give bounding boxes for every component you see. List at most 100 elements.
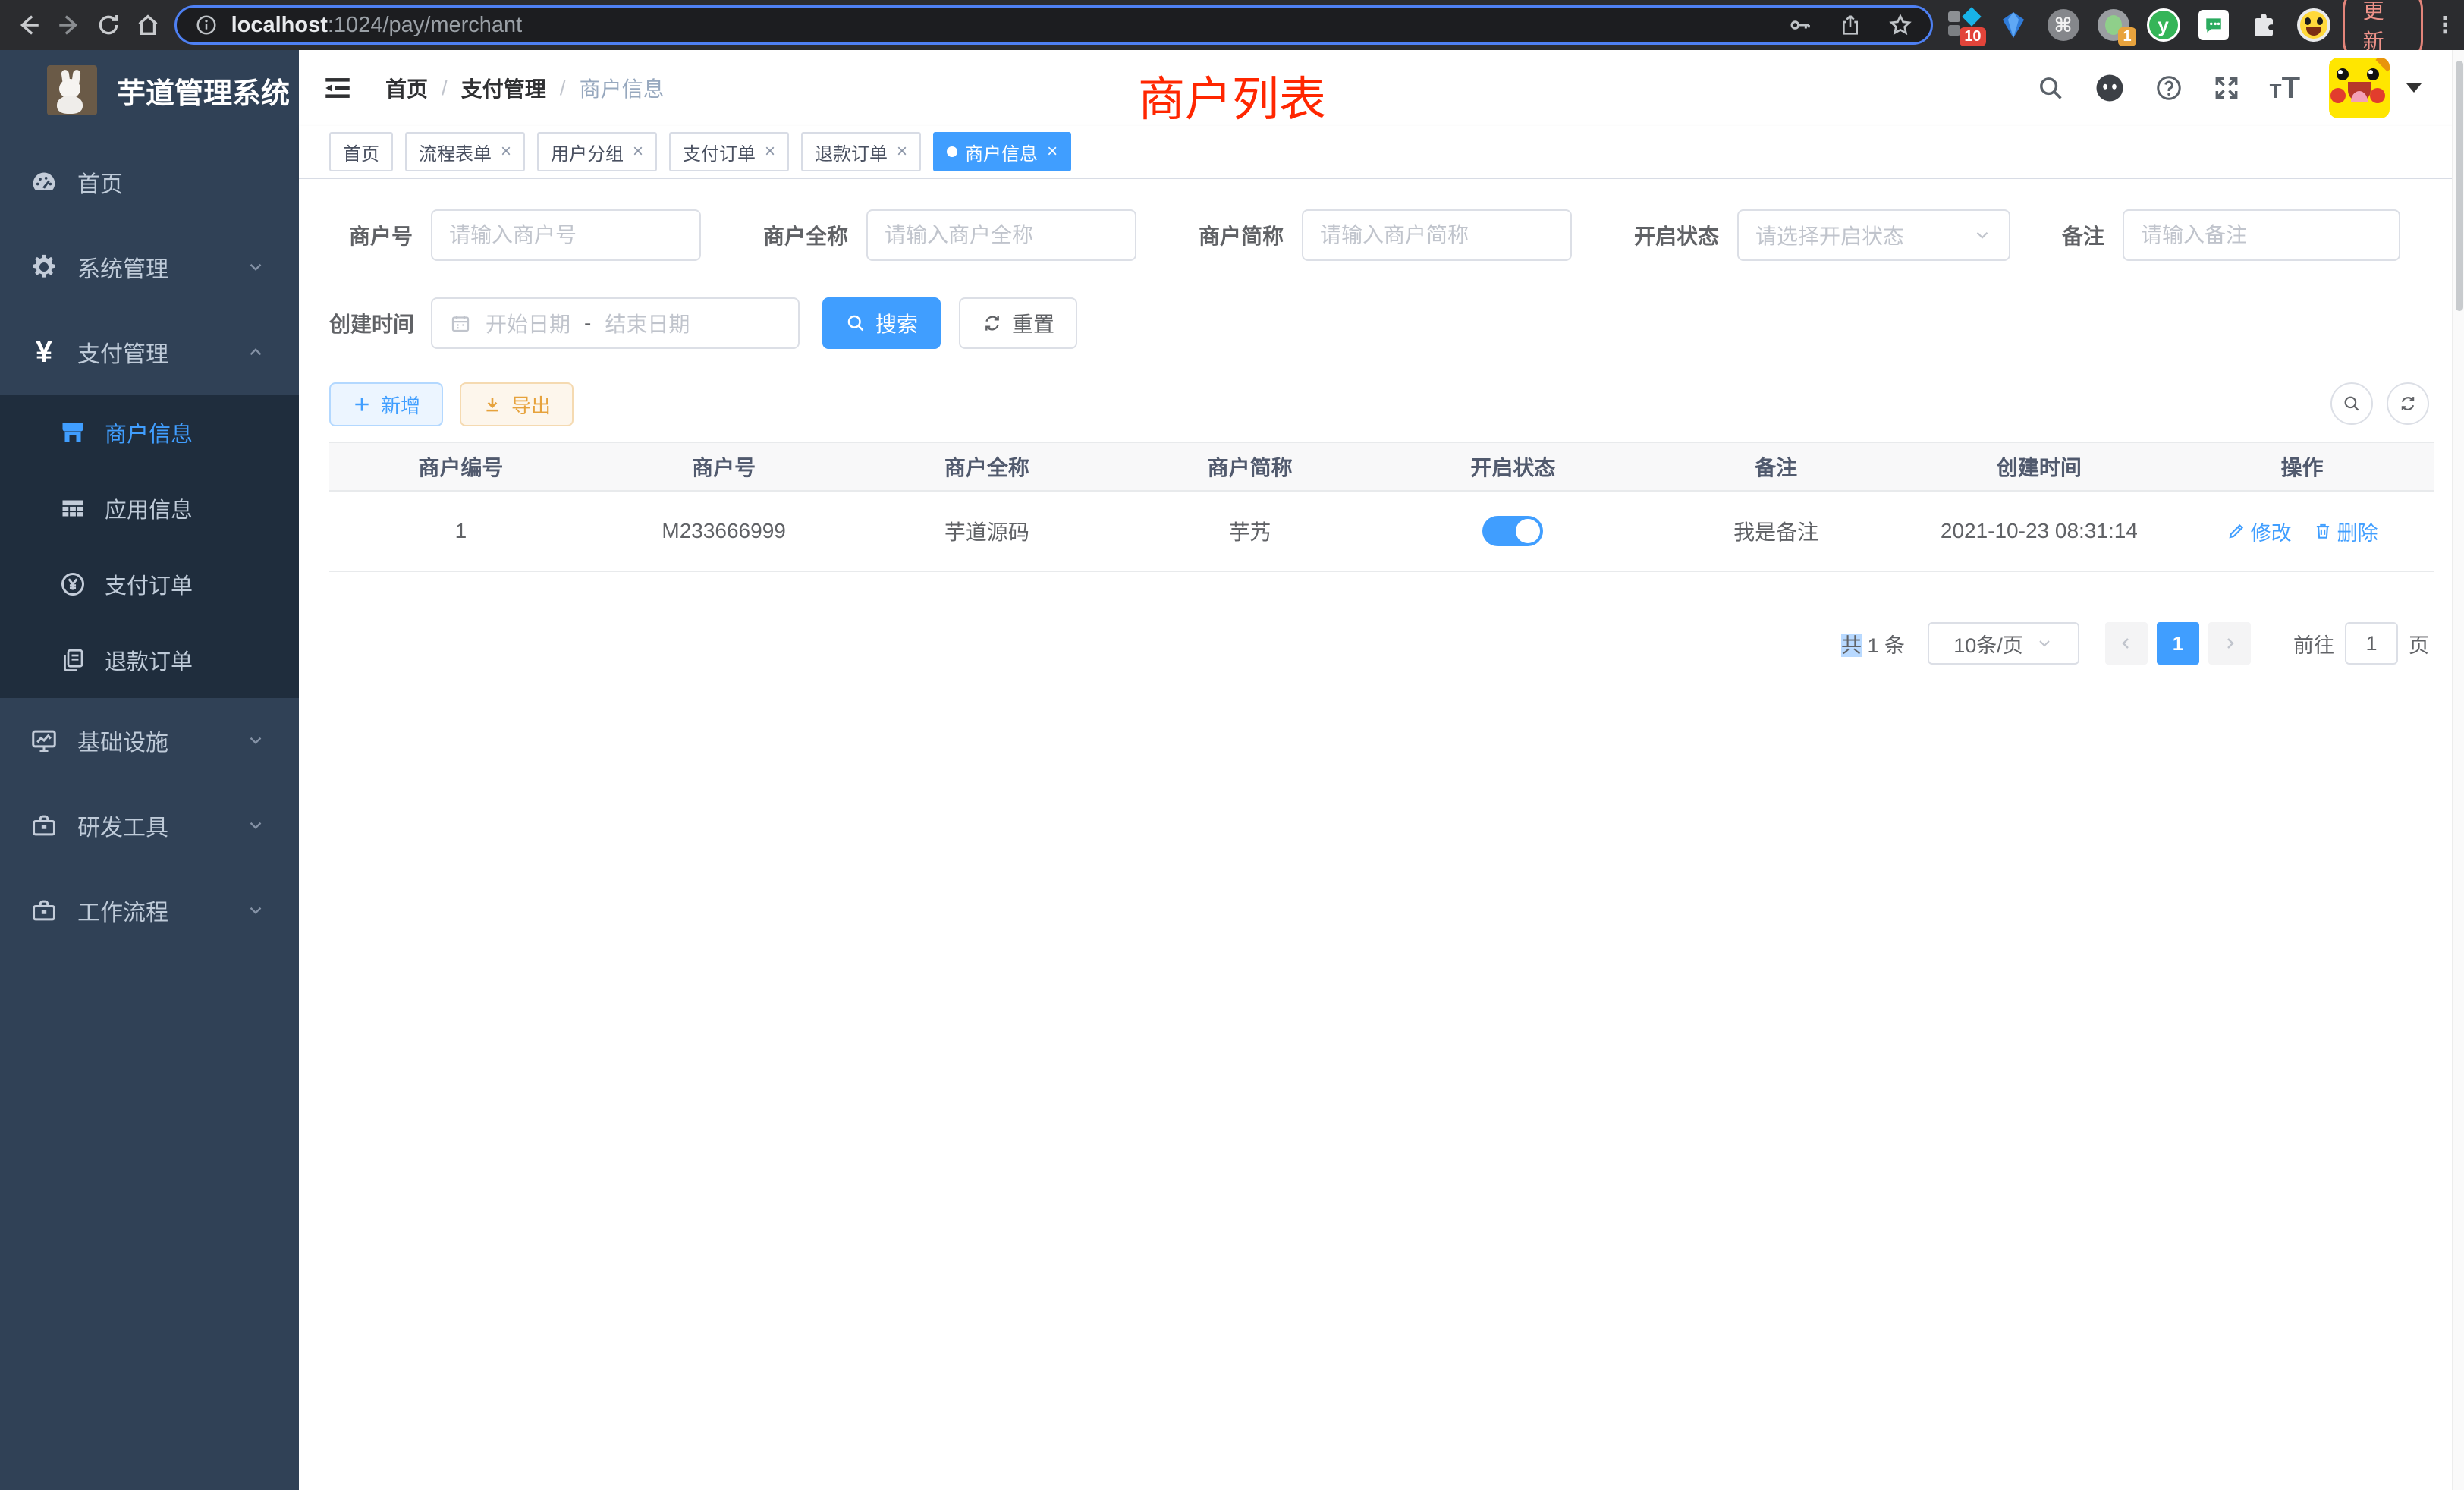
short-name-input[interactable]	[1302, 209, 1572, 261]
sidebar: 芋道管理系统 首页 系统管理 ¥ 支付管理 商户信息	[0, 50, 299, 1490]
table-toolbar: 新增 导出	[329, 382, 574, 426]
sidebar-item-workflow[interactable]: 工作流程	[0, 868, 299, 953]
payment-submenu: 商户信息 应用信息 支付订单 退款订单	[0, 395, 299, 698]
close-icon[interactable]: ×	[501, 141, 511, 162]
trash-icon	[2313, 521, 2333, 541]
edit-link[interactable]: 修改	[2227, 517, 2292, 546]
app-logo-row[interactable]: 芋道管理系统	[0, 50, 299, 130]
extension-gem-icon[interactable]	[1997, 8, 2030, 42]
sidebar-item-label: 支付订单	[105, 568, 193, 600]
tab-home[interactable]: 首页	[329, 132, 393, 171]
browser-menu-icon[interactable]: ⋮	[2434, 12, 2456, 39]
column-header: 创建时间	[1908, 451, 2171, 482]
help-icon[interactable]	[2154, 74, 2183, 102]
close-icon[interactable]: ×	[633, 141, 643, 162]
toggle-search-button[interactable]	[2330, 382, 2373, 425]
breadcrumb-home[interactable]: 首页	[385, 73, 428, 103]
sidebar-item-refund-order[interactable]: 退款订单	[0, 622, 299, 698]
search-button[interactable]: 搜索	[822, 297, 941, 349]
status-toggle[interactable]	[1482, 516, 1543, 546]
sidebar-item-home[interactable]: 首页	[0, 140, 299, 225]
sidebar-item-system[interactable]: 系统管理	[0, 225, 299, 310]
status-select[interactable]: 请选择开启状态	[1737, 209, 2010, 261]
search-icon	[845, 313, 866, 334]
browser-back-button[interactable]	[9, 4, 49, 46]
sidebar-fold-icon[interactable]	[322, 72, 354, 104]
extensions-puzzle-icon[interactable]	[2247, 8, 2280, 42]
site-info-icon[interactable]	[195, 14, 218, 36]
yen-icon: ¥	[27, 335, 61, 369]
close-icon[interactable]: ×	[765, 141, 775, 162]
url-path: :1024/pay/merchant	[328, 13, 522, 37]
tab-user-group[interactable]: 用户分组×	[537, 132, 657, 171]
dashboard-icon	[27, 167, 61, 197]
reset-button[interactable]: 重置	[959, 297, 1077, 349]
extensions-area: 10 ⌘ 1 y	[1947, 8, 2330, 42]
address-bar[interactable]: localhost:1024/pay/merchant	[174, 5, 1933, 45]
sidebar-item-label: 支付管理	[77, 335, 168, 369]
url-host: localhost	[231, 13, 328, 37]
extension-yuque-icon[interactable]: y	[2147, 8, 2180, 42]
extension-camera-icon[interactable]: 1	[2097, 8, 2130, 42]
merchant-no-input[interactable]	[431, 209, 701, 261]
next-page-button[interactable]	[2208, 622, 2251, 665]
refresh-button[interactable]	[2387, 382, 2429, 425]
full-name-input[interactable]	[866, 209, 1136, 261]
forward-arrow-icon	[56, 12, 82, 38]
column-header: 商户简称	[1118, 451, 1381, 482]
delete-link[interactable]: 删除	[2313, 517, 2378, 546]
download-icon	[482, 395, 502, 414]
home-icon	[135, 12, 161, 38]
share-icon[interactable]	[1838, 13, 1862, 37]
refresh-icon	[982, 313, 1003, 334]
page-size-select[interactable]: 10条/页	[1928, 622, 2079, 665]
tab-refund-order[interactable]: 退款订单×	[801, 132, 921, 171]
breadcrumb-current: 商户信息	[580, 73, 665, 103]
extension-tabs-icon[interactable]: 10	[1947, 8, 1980, 42]
bookmark-star-icon[interactable]	[1888, 13, 1912, 37]
tab-process-form[interactable]: 流程表单×	[405, 132, 525, 171]
tab-pay-order[interactable]: 支付订单×	[669, 132, 789, 171]
avatar-caret-icon[interactable]	[2406, 83, 2422, 93]
close-icon[interactable]: ×	[1047, 141, 1058, 162]
page-number-button[interactable]: 1	[2157, 622, 2199, 665]
browser-reload-button[interactable]	[89, 4, 128, 46]
browser-home-button[interactable]	[128, 4, 168, 46]
reload-icon	[96, 12, 121, 38]
storefront-icon	[58, 419, 88, 446]
sidebar-item-label: 首页	[77, 165, 123, 199]
extension-command-icon[interactable]: ⌘	[2047, 8, 2080, 42]
user-avatar[interactable]	[2329, 58, 2390, 118]
sidebar-item-app-info[interactable]: 应用信息	[0, 470, 299, 546]
date-end-placeholder: 结束日期	[605, 308, 690, 338]
sidebar-item-merchant-info[interactable]: 商户信息	[0, 395, 299, 470]
sidebar-item-dev-tools[interactable]: 研发工具	[0, 783, 299, 868]
browser-profile-avatar[interactable]	[2297, 8, 2330, 42]
tab-merchant-info[interactable]: 商户信息×	[933, 132, 1071, 171]
font-size-icon[interactable]: TT	[2270, 71, 2300, 105]
date-start-placeholder: 开始日期	[486, 308, 570, 338]
export-button[interactable]: 导出	[460, 382, 574, 426]
github-icon[interactable]	[2094, 72, 2126, 104]
date-range-picker[interactable]: 开始日期 - 结束日期	[431, 297, 800, 349]
fullscreen-icon[interactable]	[2212, 74, 2241, 102]
extension-badge: 1	[2118, 27, 2136, 46]
content-area: 商户号 商户全称 商户简称 开启状态 请选择开启状态 备注 创建时间 开始日期 …	[299, 179, 2464, 1490]
prev-page-button[interactable]	[2105, 622, 2148, 665]
breadcrumb-payment[interactable]: 支付管理	[461, 73, 546, 103]
browser-forward-button[interactable]	[49, 4, 88, 46]
sidebar-item-infrastructure[interactable]: 基础设施	[0, 698, 299, 783]
url-text[interactable]: localhost:1024/pay/merchant	[231, 13, 1762, 38]
remark-input[interactable]	[2123, 209, 2400, 261]
goto-page-input[interactable]	[2345, 622, 2398, 665]
page-scrollbar[interactable]	[2452, 50, 2464, 1490]
extension-chat-icon[interactable]	[2197, 8, 2230, 42]
password-key-icon[interactable]	[1788, 13, 1812, 37]
add-button[interactable]: 新增	[329, 382, 443, 426]
scrollbar-thumb[interactable]	[2456, 61, 2463, 311]
search-icon[interactable]	[2036, 74, 2065, 102]
sidebar-item-payment[interactable]: ¥ 支付管理	[0, 310, 299, 395]
sidebar-item-pay-order[interactable]: 支付订单	[0, 546, 299, 622]
close-icon[interactable]: ×	[897, 141, 907, 162]
calendar-icon	[449, 312, 472, 335]
